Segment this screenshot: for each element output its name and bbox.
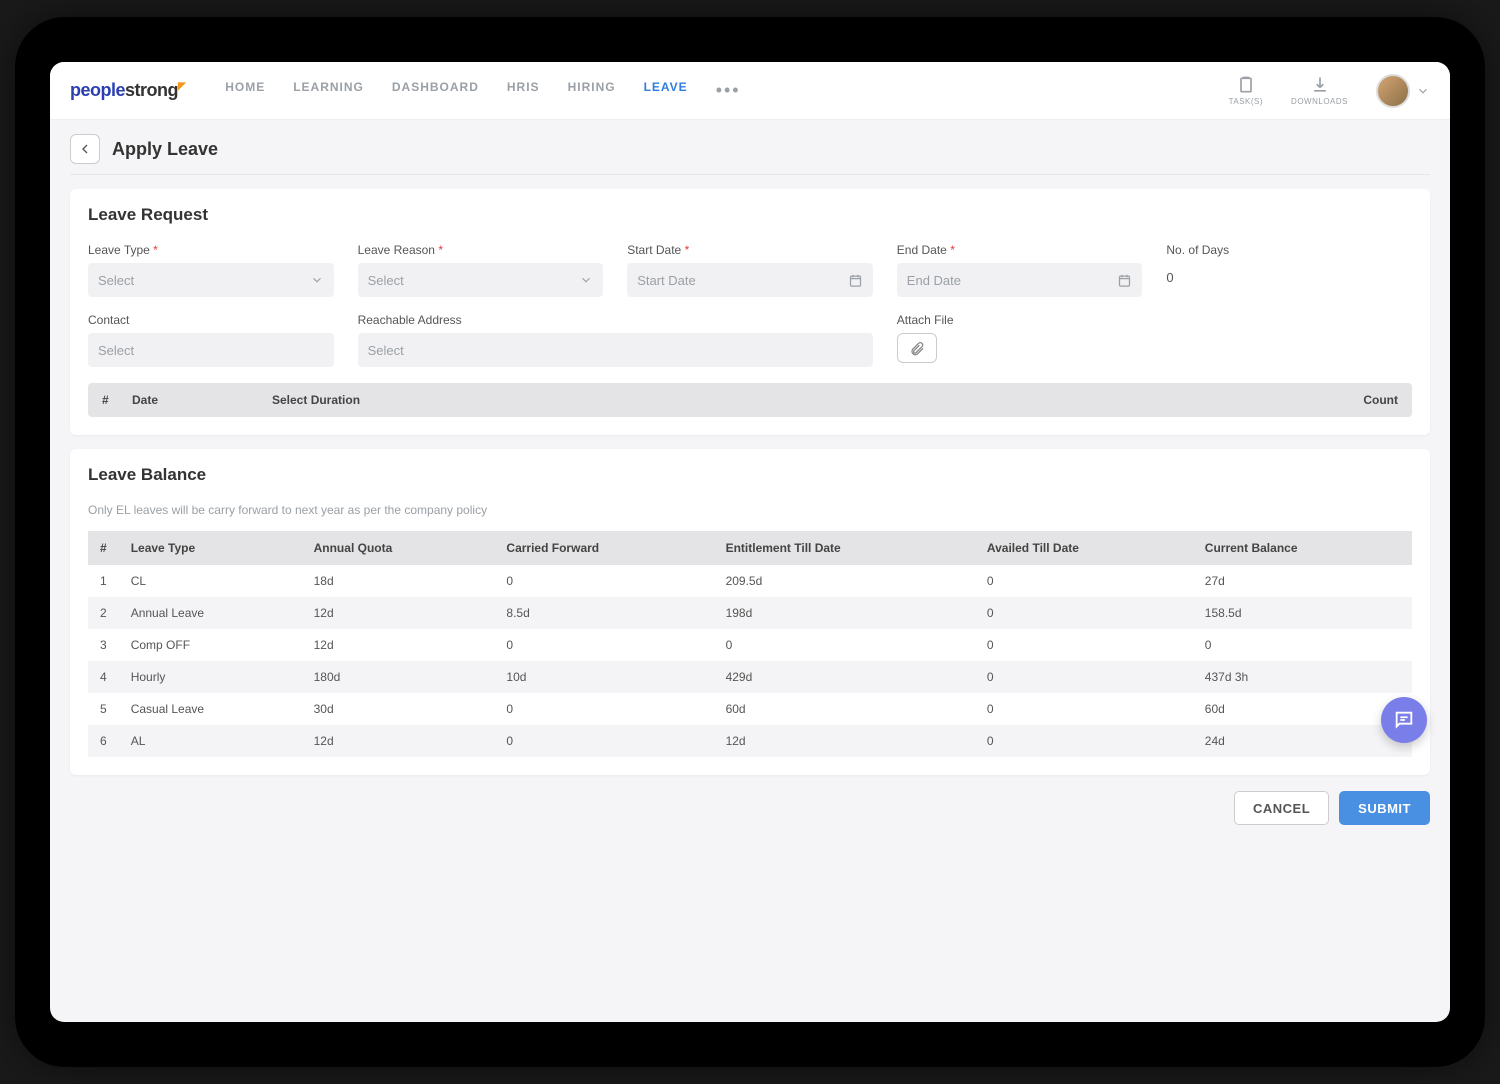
attach-file-button[interactable] bbox=[897, 333, 937, 363]
nav-more-icon[interactable]: ••• bbox=[716, 80, 741, 101]
clipboard-icon bbox=[1236, 75, 1256, 95]
field-start-date: Start Date * bbox=[627, 243, 873, 297]
main-nav: HOME LEARNING DASHBOARD HRIS HIRING LEAV… bbox=[225, 80, 740, 101]
field-leave-type: Leave Type * bbox=[88, 243, 334, 297]
leave-balance-card: Leave Balance Only EL leaves will be car… bbox=[70, 449, 1430, 775]
field-end-date: End Date * bbox=[897, 243, 1143, 297]
chat-fab[interactable] bbox=[1381, 697, 1427, 743]
calendar-icon bbox=[1117, 273, 1132, 288]
nav-home[interactable]: HOME bbox=[225, 80, 265, 101]
nav-hiring[interactable]: HIRING bbox=[568, 80, 616, 101]
nav-learning[interactable]: LEARNING bbox=[293, 80, 364, 101]
table-row: 4Hourly180d10d429d0437d 3h bbox=[88, 661, 1412, 693]
leave-request-title: Leave Request bbox=[88, 205, 1412, 225]
page-header: Apply Leave bbox=[70, 134, 1430, 175]
start-date-input[interactable] bbox=[627, 263, 873, 297]
chevron-down-icon bbox=[310, 273, 324, 287]
table-row: 6AL12d012d024d bbox=[88, 725, 1412, 757]
reachable-address-input[interactable] bbox=[358, 333, 873, 367]
field-contact: Contact bbox=[88, 313, 334, 367]
calendar-icon bbox=[848, 273, 863, 288]
nav-dashboard[interactable]: DASHBOARD bbox=[392, 80, 479, 101]
duration-table-header: # Date Select Duration Count bbox=[88, 383, 1412, 417]
balance-note: Only EL leaves will be carry forward to … bbox=[88, 503, 1412, 517]
downloads-button[interactable]: DOWNLOADS bbox=[1291, 75, 1348, 106]
nav-leave[interactable]: LEAVE bbox=[644, 80, 688, 101]
top-bar: peoplestrong◤ HOME LEARNING DASHBOARD HR… bbox=[50, 62, 1450, 120]
contact-input[interactable] bbox=[88, 333, 334, 367]
avatar bbox=[1376, 74, 1410, 108]
balance-table: # Leave Type Annual Quota Carried Forwar… bbox=[88, 531, 1412, 757]
tasks-button[interactable]: TASK(S) bbox=[1229, 75, 1263, 106]
table-row: 1CL18d0209.5d027d bbox=[88, 565, 1412, 597]
page-title: Apply Leave bbox=[112, 139, 218, 160]
brand-logo: peoplestrong◤ bbox=[70, 80, 185, 101]
leave-reason-select[interactable] bbox=[358, 263, 604, 297]
chat-icon bbox=[1393, 709, 1415, 731]
chevron-down-icon bbox=[1416, 84, 1430, 98]
download-icon bbox=[1310, 75, 1330, 95]
chevron-down-icon bbox=[579, 273, 593, 287]
back-button[interactable] bbox=[70, 134, 100, 164]
arrow-left-icon bbox=[77, 141, 93, 157]
table-row: 2Annual Leave12d8.5d198d0158.5d bbox=[88, 597, 1412, 629]
field-reachable-address: Reachable Address bbox=[358, 313, 873, 367]
table-row: 5Casual Leave30d060d060d bbox=[88, 693, 1412, 725]
no-of-days-value: 0 bbox=[1166, 263, 1412, 285]
leave-balance-title: Leave Balance bbox=[88, 465, 1412, 485]
submit-button[interactable]: SUBMIT bbox=[1339, 791, 1430, 825]
field-leave-reason: Leave Reason * bbox=[358, 243, 604, 297]
end-date-input[interactable] bbox=[897, 263, 1143, 297]
leave-type-select[interactable] bbox=[88, 263, 334, 297]
form-actions: CANCEL SUBMIT bbox=[70, 791, 1430, 825]
field-attach-file: Attach File bbox=[897, 313, 1143, 367]
nav-hris[interactable]: HRIS bbox=[507, 80, 540, 101]
table-row: 3Comp OFF12d0000 bbox=[88, 629, 1412, 661]
attachment-icon bbox=[909, 340, 925, 356]
profile-menu[interactable] bbox=[1376, 74, 1430, 108]
field-no-of-days: No. of Days 0 bbox=[1166, 243, 1412, 297]
cancel-button[interactable]: CANCEL bbox=[1234, 791, 1329, 825]
leave-request-card: Leave Request Leave Type * Leave Reason … bbox=[70, 189, 1430, 435]
